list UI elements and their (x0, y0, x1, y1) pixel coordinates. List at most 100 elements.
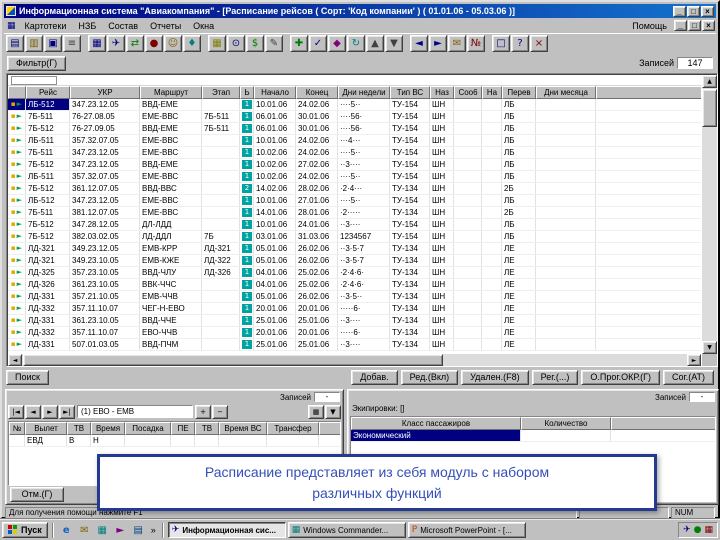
menu-item-otchety[interactable]: Отчеты (144, 20, 187, 32)
filter-button[interactable]: Фильтр(Г) (7, 55, 67, 71)
toolbar-button-edit-record[interactable]: ✓ (309, 35, 327, 52)
toolbar-button-docs[interactable]: ✎ (265, 35, 283, 52)
column-header-5[interactable]: Ь (240, 86, 254, 99)
toolbar-button-prev[interactable]: ◄ (410, 35, 428, 52)
child-minimize-button[interactable]: _ (674, 20, 687, 31)
legs-column-header-2[interactable]: ТВ (67, 422, 91, 435)
quick-search-box[interactable] (11, 76, 57, 85)
legs-grid-button[interactable]: ▦ (308, 404, 324, 419)
column-header-13[interactable]: Перев (502, 86, 536, 99)
column-header-11[interactable]: Соо6 (454, 86, 482, 99)
legs-column-header-8[interactable]: Трансфер (267, 422, 319, 435)
action-add-button[interactable]: Добав. (351, 370, 398, 385)
maximize-button[interactable]: □ (687, 5, 700, 17)
legs-first-record-button[interactable]: |◄ (8, 404, 24, 419)
legs-column-header-4[interactable]: Посадка (125, 422, 171, 435)
toolbar-button-help[interactable]: ? (511, 35, 529, 52)
show-desktop-icon[interactable]: ▦ (94, 523, 111, 538)
schedule-row[interactable]: ▪ ► ЛД-321 349.23.10.05 ЕМВ-КЖЕ ЛД-322 1 05.01.… (8, 255, 701, 267)
scroll-left-button[interactable]: ◄ (8, 354, 22, 366)
ie-icon[interactable]: e (58, 523, 75, 538)
toolbar-button-crews[interactable]: ☺ (164, 35, 182, 52)
schedule-row[interactable]: ▪ ► 7Б-512 361.12.07.05 ВВД-ВВС 2 14.02.06 28.0… (8, 183, 701, 195)
schedule-row[interactable]: ▪ ► ЛД-332 357.11.10.07 ЧЕГ-Н-ЕВО 1 20.01.06 20… (8, 303, 701, 315)
title-bar[interactable]: Информационная система "Авиакомпания" - … (4, 4, 716, 18)
action-edit-button[interactable]: Ред.(Вкл) (400, 370, 459, 385)
toolbar-button-refresh[interactable]: ↻ (347, 35, 365, 52)
menu-item-help[interactable]: Помощь (626, 20, 673, 32)
vertical-scrollbar-thumb[interactable] (702, 89, 717, 127)
toolbar-button-airports[interactable]: ● (145, 35, 163, 52)
schedule-row[interactable]: ▪ ► ЛБ-512 347.23.12.05 ВВД-ЕМЕ 1 10.01.06 24.0… (8, 99, 701, 111)
column-header-0[interactable] (8, 86, 26, 99)
legs-cancel-button[interactable]: Отм.(Г) (10, 487, 64, 502)
toolbar-button-add-record[interactable]: ✚ (290, 35, 308, 52)
scheduler-tray-icon[interactable]: ✈ (683, 525, 691, 535)
schedule-row[interactable]: ▪ ► 7Б-512 382.03.02.05 ЛД-ДДЛ 7Б 1 03.01.06 31.… (8, 231, 701, 243)
task-button-commander[interactable]: ▦ Windows Commander... (287, 522, 406, 538)
child-close-button[interactable]: × (702, 20, 715, 31)
toolbar-button-save[interactable]: ▣ (44, 35, 62, 52)
menu-item-sostav[interactable]: Состав (102, 20, 144, 32)
minimize-button[interactable]: _ (673, 5, 686, 17)
toolbar-button-sort-asc[interactable]: ▲ (366, 35, 384, 52)
schedule-row[interactable]: ▪ ► 7Б-512 347.23.12.05 ВВД-ЕМЕ 1 10.02.06 27.0… (8, 159, 701, 171)
toolbar-button-calendar[interactable]: ▦ (208, 35, 226, 52)
toolbar-button-report[interactable]: № (467, 35, 485, 52)
schedule-row[interactable]: ▪ ► 7Б-512 347.28.12.05 ДЛ-ЛДД 1 10.01.06 24.01… (8, 219, 701, 231)
scroll-up-button[interactable]: ▲ (702, 75, 717, 88)
toolbar-button-schedule[interactable]: ▦ (88, 35, 106, 52)
schedule-row[interactable]: ▪ ► ЛД-332 357.11.10.07 ЕВО-ЧЧВ 1 20.01.06 20.0… (8, 327, 701, 339)
toolbar-button-find[interactable]: ◆ (328, 35, 346, 52)
legs-add-leg-button[interactable]: + (195, 404, 211, 419)
task-button-infosystem[interactable]: ✈ Информационная сис... (167, 522, 286, 538)
scroll-right-button[interactable]: ► (687, 354, 701, 366)
legs-menu-button[interactable]: ▼ (325, 404, 341, 419)
vertical-scrollbar[interactable]: ▲ ▼ (702, 75, 717, 354)
antivirus-tray-icon[interactable]: ● (694, 525, 702, 535)
action-delete-button[interactable]: Удален.(F8) (461, 370, 529, 385)
column-header-10[interactable]: Наз (430, 86, 454, 99)
column-header-6[interactable]: Начало (254, 86, 296, 99)
legs-prev-record-button[interactable]: ◄ (25, 404, 41, 419)
action-reg-button[interactable]: Рег.(...) (531, 370, 579, 385)
legs-column-header-7[interactable]: Время ВС (219, 422, 267, 435)
legs-delete-leg-button[interactable]: − (212, 404, 228, 419)
legs-column-header-0[interactable]: № (9, 422, 25, 435)
schedule-row[interactable]: ▪ ► 7Б-511 347.23.12.05 ЕМЕ-ВВС 1 10.02.06 24.0… (8, 147, 701, 159)
legs-last-record-button[interactable]: ►| (59, 404, 75, 419)
quick-launch-overflow[interactable]: » (149, 525, 158, 535)
horizontal-scrollbar[interactable]: ◄ ► (8, 354, 701, 366)
schedule-row[interactable]: ▪ ► ЛД-331 507.01.03.05 ВВД-ПЧМ 1 25.01.06 25.0… (8, 339, 701, 351)
legs-column-header-5[interactable]: ПЕ (171, 422, 195, 435)
horizontal-scrollbar-thumb[interactable] (23, 354, 443, 366)
toolbar-button-aircraft[interactable]: ♦ (183, 35, 201, 52)
menu-item-nzb[interactable]: НЗБ (72, 20, 102, 32)
equip-column-header-0[interactable]: Класс пассажиров (351, 417, 521, 430)
legs-next-record-button[interactable]: ► (42, 404, 58, 419)
toolbar-button-routes[interactable]: ⇄ (126, 35, 144, 52)
column-header-3[interactable]: Маршрут (140, 86, 202, 99)
menu-item-kartoteki[interactable]: Картотеки (19, 20, 73, 32)
column-header-1[interactable]: Рейс (26, 86, 70, 99)
legs-column-header-6[interactable]: ТВ (195, 422, 219, 435)
column-header-9[interactable]: Тип ВС (390, 86, 430, 99)
close-button[interactable]: × (701, 5, 714, 17)
schedule-row[interactable]: ▪ ► ЛД-326 361.23.10.05 ВВК-ЧЧС 1 04.01.06 25.0… (8, 279, 701, 291)
schedule-row[interactable]: ▪ ► ЛД-321 349.23.12.05 ЕМВ-КРР ЛД-321 1 05.01.… (8, 243, 701, 255)
legs-row[interactable]: ЕВД В Н (9, 435, 340, 447)
action-sog-button[interactable]: Сог.(АТ) (663, 370, 714, 385)
task-button-powerpoint[interactable]: P Microsoft PowerPoint - [... (407, 522, 526, 538)
action-search-button[interactable]: Поиск (6, 370, 49, 385)
schedule-row[interactable]: ▪ ► ЛД-325 357.23.10.05 ВВД-ЧЛУ ЛД-326 1 04.01.… (8, 267, 701, 279)
column-header-7[interactable]: Конец (296, 86, 338, 99)
start-button[interactable]: Пуск (2, 522, 48, 538)
child-restore-button[interactable]: □ (688, 20, 701, 31)
toolbar-button-tariffs[interactable]: $ (246, 35, 264, 52)
column-header-2[interactable]: УКР (70, 86, 140, 99)
scroll-down-button[interactable]: ▼ (702, 341, 717, 354)
toolbar-button-mail[interactable]: ✉ (448, 35, 466, 52)
explorer-icon[interactable]: ▤ (130, 523, 147, 538)
schedule-row[interactable]: ▪ ► ЛБ-511 357.32.07.05 ЕМЕ-ВВС 1 10.01.06 24.0… (8, 135, 701, 147)
toolbar-button-print[interactable]: ≡ (63, 35, 81, 52)
